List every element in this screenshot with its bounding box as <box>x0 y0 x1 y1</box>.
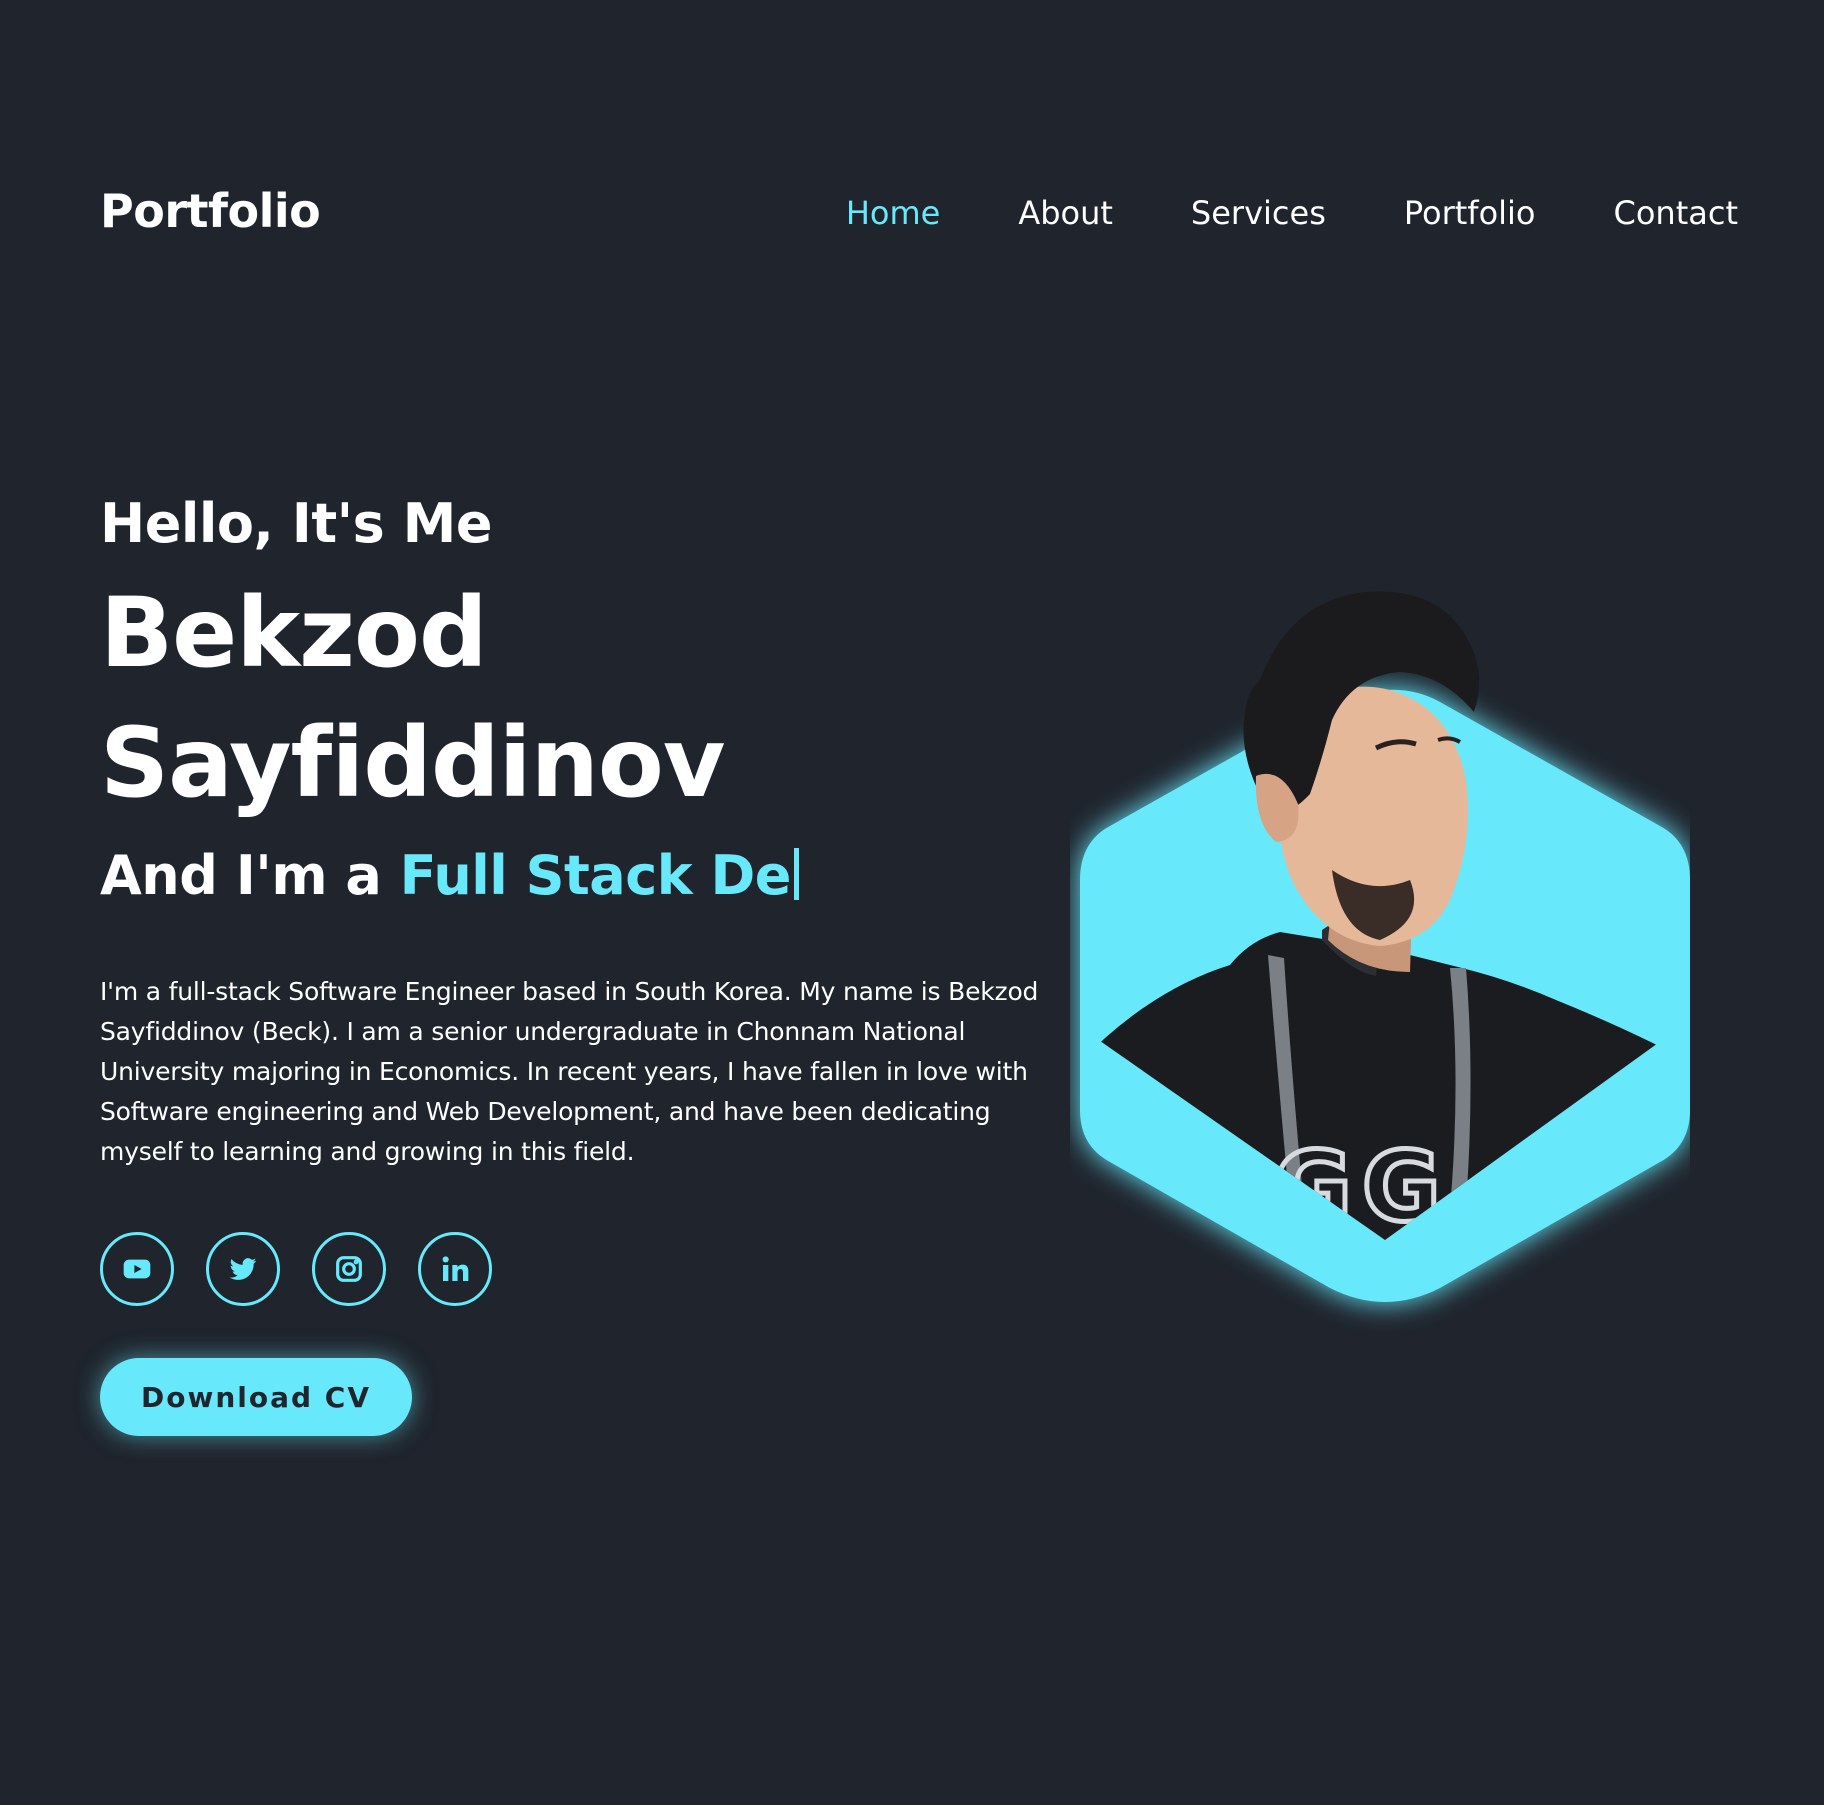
portrait-hexagon: GG <box>1080 591 1690 1302</box>
hero-name: Bekzod Sayfiddinov <box>100 568 1060 828</box>
hero-portrait: GG <box>1070 580 1690 1340</box>
name-last: Sayfiddinov <box>100 707 725 819</box>
typing-caret <box>793 848 799 900</box>
social-links <box>100 1232 1060 1306</box>
logo[interactable]: Portfolio <box>100 184 321 238</box>
role-prefix: And I'm a <box>100 844 382 907</box>
linkedin-icon <box>442 1256 469 1281</box>
youtube-link[interactable] <box>100 1232 174 1306</box>
greeting: Hello, It's Me <box>100 492 493 555</box>
hero-content: Hello, It's Me Bekzod Sayfiddinov And I'… <box>100 480 1060 1436</box>
role-typed: Full Stack De <box>399 844 792 907</box>
bio-text: I'm a full-stack Software Engineer based… <box>100 977 1039 1166</box>
linkedin-link[interactable] <box>418 1232 492 1306</box>
download-cv-button[interactable]: Download CV <box>100 1358 412 1436</box>
site-header: Portfolio Home About Services Portfolio … <box>0 0 1824 430</box>
nav-services[interactable]: Services <box>1191 194 1326 232</box>
name-first: Bekzod <box>100 577 488 689</box>
twitter-icon <box>229 1258 257 1280</box>
youtube-icon <box>123 1259 151 1279</box>
nav-portfolio[interactable]: Portfolio <box>1404 194 1536 232</box>
nav-about[interactable]: About <box>1018 194 1113 232</box>
nav-home[interactable]: Home <box>846 194 941 232</box>
nav-contact[interactable]: Contact <box>1614 194 1739 232</box>
role-line: And I'm a Full Stack De <box>100 828 1060 924</box>
instagram-link[interactable] <box>312 1232 386 1306</box>
main-nav: Home About Services Portfolio Contact <box>846 194 1738 232</box>
instagram-icon <box>336 1256 362 1282</box>
twitter-link[interactable] <box>206 1232 280 1306</box>
